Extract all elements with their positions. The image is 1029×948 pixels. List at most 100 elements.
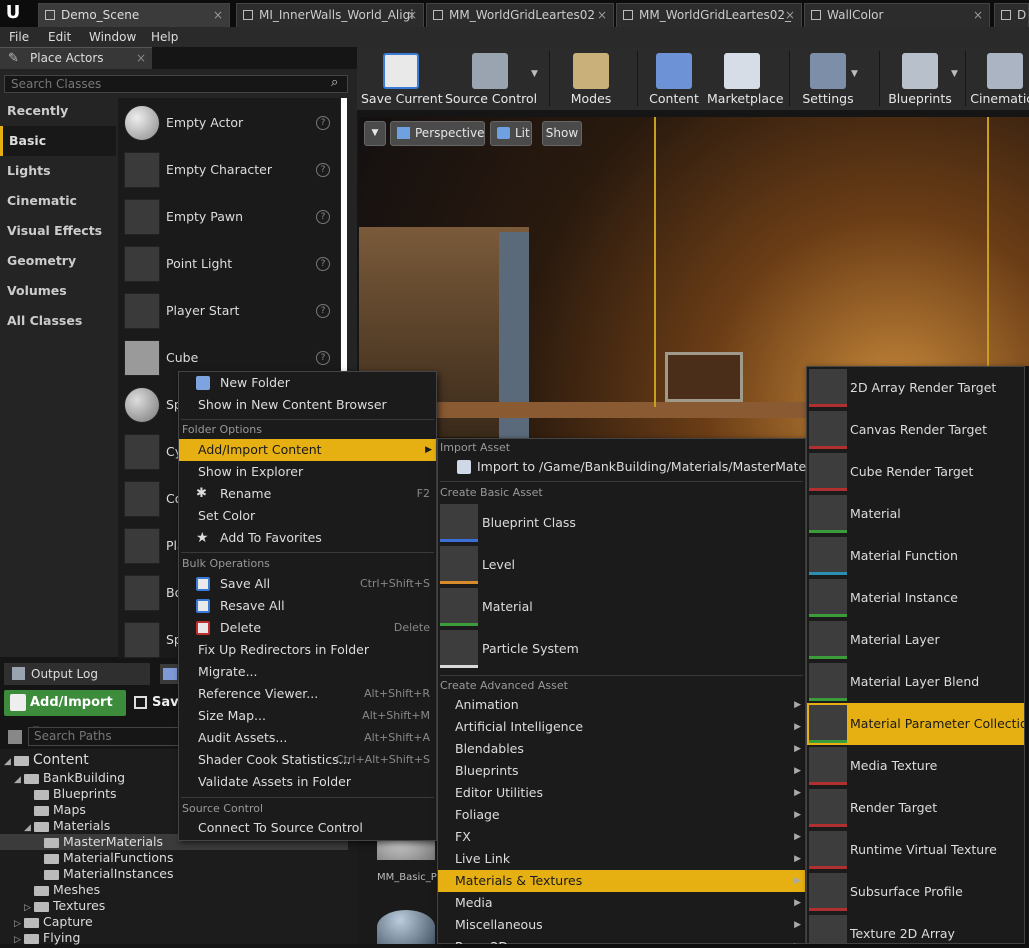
advanced-category-item[interactable]: Foliage ▶ [438,804,805,826]
validate-assets-item[interactable]: Validate Assets in Folder [179,771,436,793]
tab-mm-worldgrid-2[interactable]: MM_WorldGridLeartes02_ × [616,3,802,27]
tab-overflow[interactable]: D [994,3,1029,27]
add-to-favorites-item[interactable]: ★ Add To Favorites [179,527,436,549]
category-all-classes[interactable]: All Classes [0,306,116,336]
help-icon[interactable]: ? [316,116,330,130]
material-item[interactable]: Material [438,586,805,628]
category-visual-effects[interactable]: Visual Effects [0,216,116,246]
show-button[interactable]: Show [542,121,582,146]
category-lights[interactable]: Lights [0,156,116,186]
actor-empty-actor[interactable]: Empty Actor? [118,99,340,146]
show-in-explorer-item[interactable]: Show in Explorer [179,461,436,483]
tab-wallcolor[interactable]: WallColor × [804,3,990,27]
save-current-button[interactable]: Save Current [361,47,443,110]
actor-player-start[interactable]: Player Start? [118,287,340,334]
search-paths-input[interactable]: Search Paths [28,727,188,746]
menu-help[interactable]: Help [151,27,178,47]
delete-item[interactable]: Delete Delete [179,617,436,639]
menu-window[interactable]: Window [89,27,136,47]
advanced-category-item[interactable]: Media ▶ [438,892,805,914]
actor-empty-pawn[interactable]: Empty Pawn? [118,193,340,240]
close-icon[interactable]: × [973,4,983,26]
unreal-logo-icon[interactable]: U [2,2,24,24]
tree-item-meshes[interactable]: Meshes [34,882,100,898]
level-item[interactable]: Level [438,544,805,586]
audit-assets-item[interactable]: Audit Assets... Alt+Shift+A [179,727,436,749]
material-asset-type-item[interactable]: Material Parameter Collection [807,703,1024,745]
tree-item-content[interactable]: ◢ Content [4,752,89,768]
menu-edit[interactable]: Edit [48,27,71,47]
material-asset-type-item[interactable]: Cube Render Target [807,451,1024,493]
category-geometry[interactable]: Geometry [0,246,116,276]
add-import-button[interactable]: Add/Import ▼ [4,690,126,734]
tab-mi-innerwalls[interactable]: MI_InnerWalls_World_Aligi × [236,3,424,27]
tree-item-materials[interactable]: ◢ Materials [24,818,110,834]
shader-cook-statistics-item[interactable]: Shader Cook Statistics... Ctrl+Alt+Shift+… [179,749,436,771]
category-basic[interactable]: Basic [0,126,116,156]
particle-system-item[interactable]: Particle System [438,628,805,670]
asset-thumbnail[interactable] [377,910,435,944]
material-asset-type-item[interactable]: Render Target [807,787,1024,829]
content-browser-tab[interactable] [160,664,180,684]
folder-tree-icon[interactable] [8,730,22,744]
perspective-button[interactable]: Perspective [390,121,485,146]
advanced-category-item[interactable]: Materials & Textures ▶ [438,870,805,892]
lit-button[interactable]: Lit [490,121,532,146]
content-button[interactable]: Content [641,47,707,110]
rename-item[interactable]: ✱ Rename F2 [179,483,436,505]
material-asset-type-item[interactable]: Material Layer Blend [807,661,1024,703]
cinematics-button[interactable]: Cinematics [969,47,1029,110]
advanced-category-item[interactable]: Live Link ▶ [438,848,805,870]
close-icon[interactable]: × [213,4,223,26]
tree-item-maps[interactable]: Maps [34,802,86,818]
tree-item-bankbuilding[interactable]: ◢ BankBuilding [14,770,125,786]
material-asset-type-item[interactable]: Material [807,493,1024,535]
material-asset-type-item[interactable]: Canvas Render Target [807,409,1024,451]
set-color-item[interactable]: Set Color [179,505,436,527]
tree-item-blueprints[interactable]: Blueprints [34,786,117,802]
advanced-category-item[interactable]: Blueprints ▶ [438,760,805,782]
material-asset-type-item[interactable]: Subsurface Profile [807,871,1024,913]
migrate-item[interactable]: Migrate... [179,661,436,683]
material-asset-type-item[interactable]: 2D Array Render Target [807,367,1024,409]
material-asset-type-item[interactable]: Media Texture [807,745,1024,787]
material-asset-type-item[interactable]: Texture 2D Array [807,913,1024,943]
source-control-button[interactable]: Source Control [445,47,537,110]
add-import-content-item[interactable]: Add/Import Content ▶ [179,439,436,461]
close-icon[interactable]: × [785,4,795,26]
save-all-item[interactable]: Save All Ctrl+Shift+S [179,573,436,595]
tree-item-capture[interactable]: ▷ Capture [14,914,93,930]
blueprint-class-item[interactable]: Blueprint Class [438,502,805,544]
help-icon[interactable]: ? [316,304,330,318]
output-log-tab[interactable]: Output Log [4,663,150,685]
viewport-options-button[interactable]: ▼ [364,121,386,146]
tree-item-textures[interactable]: ▷ Textures [24,898,105,914]
advanced-category-item[interactable]: Blendables ▶ [438,738,805,760]
actor-point-light[interactable]: Point Light? [118,240,340,287]
advanced-category-item[interactable]: Miscellaneous ▶ [438,914,805,936]
tab-mm-worldgrid[interactable]: MM_WorldGridLeartes02 × [426,3,614,27]
help-icon[interactable]: ? [316,163,330,177]
help-icon[interactable]: ? [316,210,330,224]
show-in-new-browser-item[interactable]: Show in New Content Browser [179,394,436,416]
advanced-category-item[interactable]: FX ▶ [438,826,805,848]
material-asset-type-item[interactable]: Material Instance [807,577,1024,619]
new-folder-item[interactable]: New Folder [179,372,436,394]
connect-source-control-item[interactable]: Connect To Source Control [179,817,436,839]
category-volumes[interactable]: Volumes [0,276,116,306]
resave-all-item[interactable]: Resave All [179,595,436,617]
search-classes-input[interactable]: Search Classes ⌕ [4,75,348,93]
menu-file[interactable]: File [9,27,29,47]
close-icon[interactable]: × [407,4,417,26]
tree-item-materialfunctions[interactable]: MaterialFunctions [44,850,173,866]
import-to-item[interactable]: Import to /Game/BankBuilding/Materials/M… [438,456,844,478]
place-actors-tab[interactable]: ✎ Place Actors × [0,47,152,69]
category-recently-placed[interactable]: Recently Placed [0,96,116,148]
chevron-down-icon[interactable]: ▼ [951,69,958,79]
fix-up-redirectors-item[interactable]: Fix Up Redirectors in Folder [179,639,436,661]
size-map-item[interactable]: Size Map... Alt+Shift+M [179,705,436,727]
reference-viewer-item[interactable]: Reference Viewer... Alt+Shift+R [179,683,436,705]
advanced-category-item[interactable]: Paper2D ▶ [438,936,805,944]
category-cinematic[interactable]: Cinematic [0,186,116,216]
material-asset-type-item[interactable]: Material Function [807,535,1024,577]
